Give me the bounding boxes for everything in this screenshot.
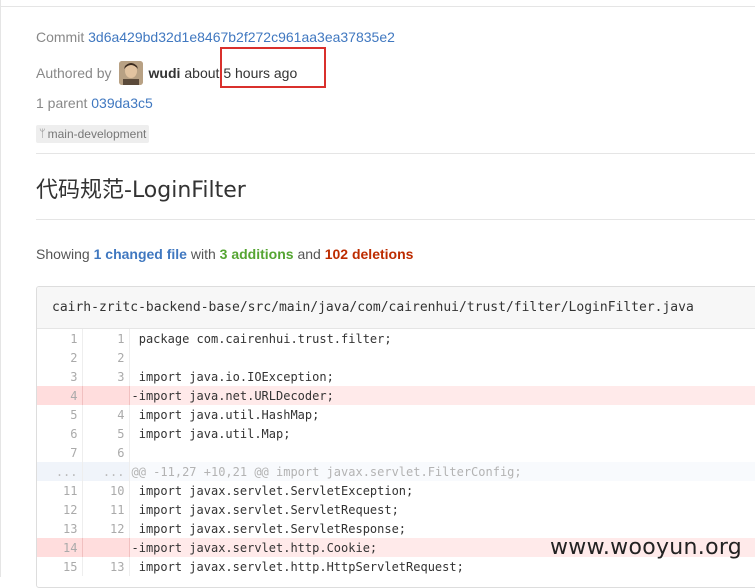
diff-row: 76: [37, 443, 755, 462]
new-line-number[interactable]: 2: [82, 348, 130, 367]
additions-label: additions: [231, 246, 294, 262]
left-border: [0, 0, 1, 577]
old-line-number[interactable]: 7: [37, 443, 83, 462]
code-line: import javax.servlet.ServletException;: [131, 483, 414, 498]
new-line-number[interactable]: 3: [82, 367, 130, 386]
deletions-count: 102: [324, 246, 349, 262]
diff-hunk-row: ...... @@ -11,27 +10,21 @@ import javax.s…: [37, 462, 755, 481]
old-line-number[interactable]: 4: [37, 386, 83, 405]
avatar-image-icon: [118, 61, 143, 85]
diff-row: 11 10 import javax.servlet.ServletExcepti…: [37, 481, 755, 500]
old-line-number[interactable]: 14: [37, 538, 83, 557]
commit-line: Commit 3d6a429bd32d1e8467b2f272c961aa3ea…: [36, 29, 395, 45]
highlight-annotation-box: [220, 47, 326, 88]
diff-row: 12 11 import javax.servlet.ServletRequest…: [37, 500, 755, 519]
parent-label: 1 parent: [36, 95, 88, 111]
diff-summary: Showing 1 changed file with 3 additions …: [36, 246, 413, 262]
top-border: [0, 6, 755, 7]
code-line: [129, 443, 755, 462]
old-line-number[interactable]: 6: [37, 424, 83, 443]
code-line: package com.cairenhui.trust.filter;: [131, 331, 392, 346]
old-line-number[interactable]: 13: [37, 519, 83, 538]
new-line-number[interactable]: 10: [82, 481, 130, 500]
diff-row: 54 import java.util.HashMap;: [37, 405, 755, 424]
diff-row: 65 import java.util.Map;: [37, 424, 755, 443]
summary-and: and: [297, 246, 321, 262]
code-line: -import java.net.URLDecoder;: [129, 386, 755, 405]
new-line-number[interactable]: 11: [82, 500, 130, 519]
summary-showing: Showing: [36, 246, 90, 262]
old-line-number[interactable]: 1: [37, 329, 83, 348]
diff-row: 22: [37, 348, 755, 367]
old-line-number[interactable]: 2: [37, 348, 83, 367]
new-line-number[interactable]: 12: [82, 519, 130, 538]
old-line-number[interactable]: 3: [37, 367, 83, 386]
divider: [36, 219, 755, 220]
branch-icon: ᛘ: [39, 128, 46, 140]
new-line-number[interactable]: 6: [82, 443, 130, 462]
parent-line: 1 parent 039da3c5: [36, 95, 153, 111]
code-line: import javax.servlet.ServletRequest;: [131, 502, 399, 517]
diff-row: 33 import java.io.IOException;: [37, 367, 755, 386]
authored-by-label: Authored by: [36, 65, 112, 81]
new-line-number[interactable]: 5: [82, 424, 130, 443]
diff-deleted-row: 4 -import java.net.URLDecoder;: [37, 386, 755, 405]
code-line: [129, 348, 755, 367]
new-line-number[interactable]: 4: [82, 405, 130, 424]
divider: [36, 153, 755, 154]
diff-row: 11 package com.cairenhui.trust.filter;: [37, 329, 755, 348]
commit-title: 代码规范-LoginFilter: [36, 178, 246, 203]
old-line-number[interactable]: 5: [37, 405, 83, 424]
new-line-number[interactable]: 1: [82, 329, 130, 348]
code-line: import java.util.Map;: [131, 426, 291, 441]
commit-label: Commit: [36, 29, 85, 45]
files-label[interactable]: changed file: [105, 246, 187, 262]
file-path-header[interactable]: cairh-zritc-backend-base/src/main/java/c…: [37, 287, 755, 329]
new-line-number[interactable]: [82, 538, 130, 557]
deletions-label: deletions: [351, 246, 414, 262]
new-line-number[interactable]: ...: [82, 462, 130, 481]
avatar[interactable]: [118, 61, 143, 85]
code-line: import java.io.IOException;: [131, 369, 334, 384]
old-line-number[interactable]: ...: [37, 462, 83, 481]
files-count[interactable]: 1: [94, 246, 102, 262]
new-line-number[interactable]: 13: [82, 557, 130, 576]
branch-name: main-development: [47, 127, 147, 141]
old-line-number[interactable]: 11: [37, 481, 83, 500]
parent-sha-link[interactable]: 039da3c5: [91, 95, 153, 111]
branch-tag[interactable]: ᛘ main-development: [36, 125, 150, 143]
commit-sha-link[interactable]: 3d6a429bd32d1e8467b2f272c961aa3ea37835e2: [88, 29, 395, 45]
old-line-number[interactable]: 15: [37, 557, 83, 576]
additions-count: 3: [219, 246, 228, 262]
old-line-number[interactable]: 12: [37, 500, 83, 519]
watermark: www.wooyun.org: [550, 535, 743, 560]
summary-with: with: [190, 246, 216, 262]
author-link[interactable]: wudi: [149, 65, 181, 81]
new-line-number[interactable]: [82, 386, 130, 405]
code-line: @@ -11,27 +10,21 @@ import javax.servlet…: [129, 462, 755, 481]
code-line: import java.util.HashMap;: [131, 407, 320, 422]
